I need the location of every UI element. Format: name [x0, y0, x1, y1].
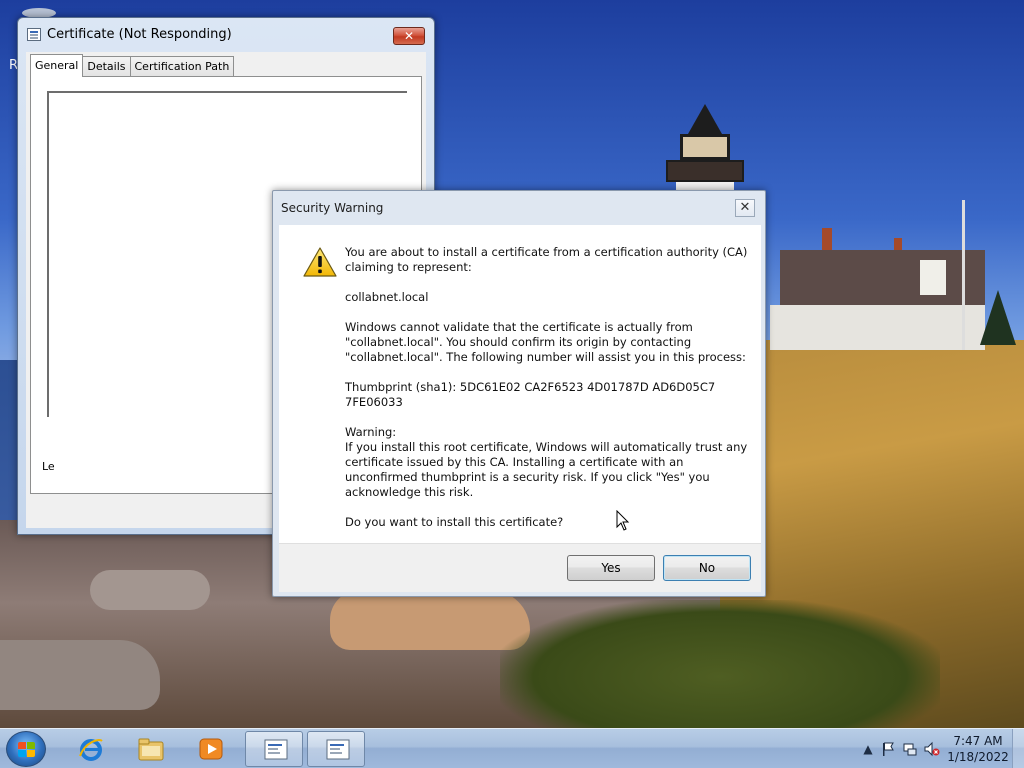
certificate-titlebar[interactable]: Certificate (Not Responding) ✕: [18, 18, 434, 52]
taskbar-security-warning-window[interactable]: [307, 731, 365, 767]
wallpaper-bushes: [500, 600, 940, 728]
warning-body: If you install this root certificate, Wi…: [345, 440, 748, 499]
install-question: Do you want to install this certificate?: [345, 515, 564, 529]
intro-text: You are about to install a certificate f…: [345, 245, 748, 274]
windows-logo-icon: [18, 742, 36, 758]
validation-text: Windows cannot validate that the certifi…: [345, 320, 746, 364]
warning-heading: Warning:: [345, 425, 397, 439]
warning-block: Warning: If you install this root certif…: [345, 425, 750, 500]
volume-muted-icon[interactable]: [924, 741, 940, 757]
thumbprint-text: Thumbprint (sha1): 5DC61E02 CA2F6523 4D0…: [345, 380, 716, 409]
media-player-icon: [199, 738, 223, 760]
clock-time: 7:47 AM: [953, 734, 1003, 748]
dialog-title: Security Warning: [281, 201, 384, 215]
wallpaper-house: [770, 228, 985, 350]
show-hidden-icons-icon[interactable]: ▲: [860, 741, 876, 757]
certificate-app-icon: [326, 739, 350, 760]
learn-more-link[interactable]: Le: [42, 460, 55, 473]
warning-icon: [303, 247, 337, 277]
wallpaper-flagpole: [962, 200, 965, 350]
start-button[interactable]: [6, 731, 46, 767]
dialog-button-bar: Yes No: [279, 543, 761, 592]
network-icon[interactable]: [902, 741, 918, 757]
taskbar-certificate-window[interactable]: [245, 731, 303, 767]
dialog-titlebar[interactable]: Security Warning ✕: [273, 191, 765, 225]
tab-strip: General Details Certification Path: [30, 54, 235, 77]
show-desktop-button[interactable]: [1012, 729, 1024, 768]
system-tray: ▲ 7:47 AM 1/18/2022: [834, 729, 1024, 768]
dialog-close-button[interactable]: ✕: [735, 199, 755, 217]
wallpaper-tree: [980, 290, 1016, 345]
security-warning-dialog[interactable]: Security Warning ✕ You are about to inst…: [272, 190, 766, 597]
wallpaper-lighthouse: [666, 104, 744, 194]
window-title: Certificate (Not Responding): [47, 27, 232, 42]
windows-explorer-icon: [138, 738, 164, 761]
mouse-cursor-icon: [616, 510, 630, 531]
clock[interactable]: 7:47 AM 1/18/2022: [946, 733, 1010, 765]
certificate-icon: [27, 28, 41, 41]
wallpaper-rock: [0, 640, 160, 710]
dialog-message: You are about to install a certificate f…: [345, 245, 750, 545]
ca-name-text: collabnet.local: [345, 290, 429, 304]
internet-explorer-icon: [79, 739, 103, 761]
taskbar-windows-explorer[interactable]: [121, 731, 179, 767]
taskbar: ▲ 7:47 AM 1/18/2022: [0, 728, 1024, 768]
no-button[interactable]: No: [663, 555, 751, 581]
wallpaper-rock: [90, 570, 210, 610]
dialog-body: You are about to install a certificate f…: [279, 225, 761, 592]
tab-details[interactable]: Details: [82, 56, 131, 76]
clock-date: 1/18/2022: [947, 750, 1009, 764]
yes-button[interactable]: Yes: [567, 555, 655, 581]
certificate-app-icon: [264, 739, 288, 760]
taskbar-media-player[interactable]: [181, 731, 239, 767]
action-center-flag-icon[interactable]: [880, 741, 896, 757]
close-button[interactable]: ✕: [393, 27, 425, 45]
tab-general[interactable]: General: [30, 54, 84, 77]
tab-certification-path[interactable]: Certification Path: [129, 56, 235, 76]
taskbar-internet-explorer[interactable]: [61, 731, 119, 767]
